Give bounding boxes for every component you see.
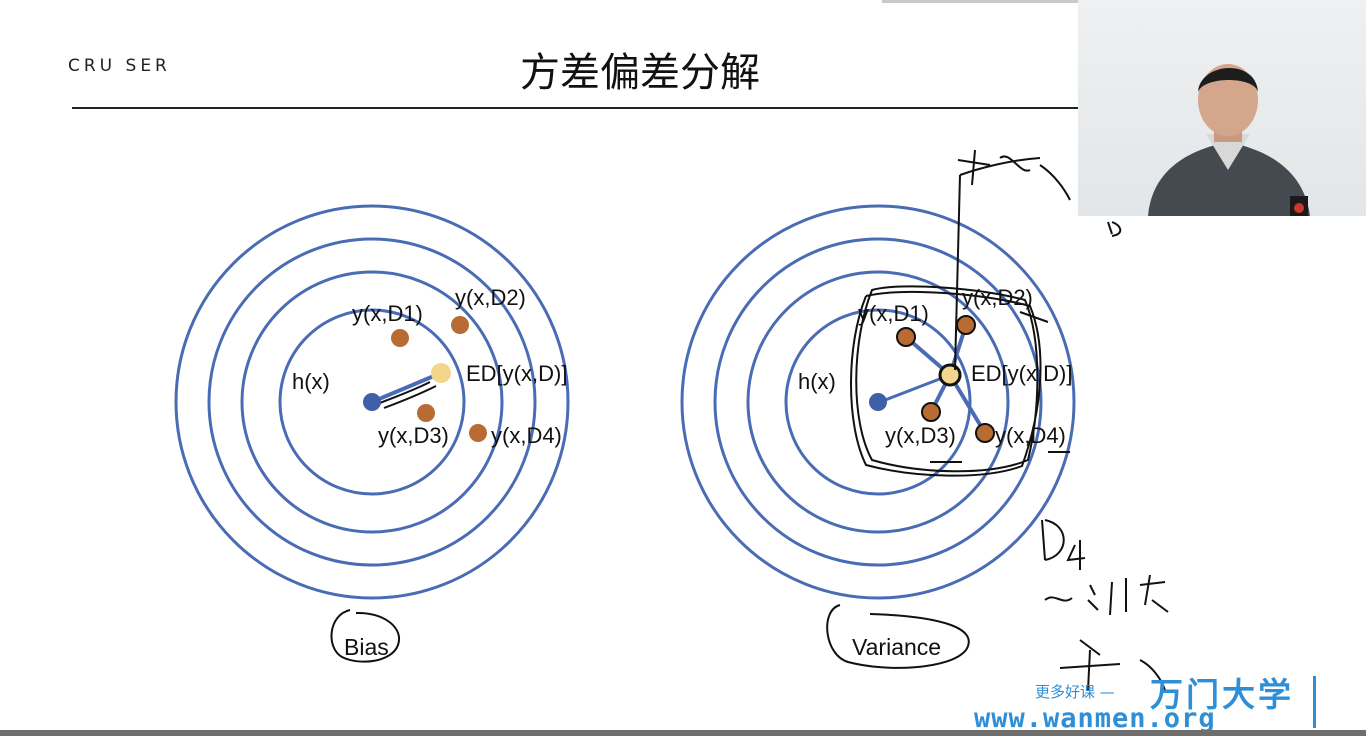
variance-expected-label: ED[y(x,D)] — [971, 361, 1072, 386]
variance-target: h(x) ED[y(x,D)] y(x,D1) y(x,D2) y(x,D3) … — [680, 157, 1076, 600]
variance-sample-d4 — [975, 423, 995, 443]
variance-sample-d1 — [896, 327, 916, 347]
bias-target: h(x) ED[y(x,D)] y(x,D1) y(x,D2) y(x,D3) … — [174, 204, 570, 600]
bias-sample-d3 — [417, 404, 435, 422]
bias-sample-label-d3: y(x,D3) — [378, 423, 449, 448]
slide: CRU SER 方差偏差分解 h(x) ED[y(x,D)] y(x,D1) y… — [0, 0, 1366, 736]
handwriting-d4 — [1041, 519, 1086, 570]
bias-sample-label-d2: y(x,D2) — [455, 285, 526, 310]
variance-caption: Variance — [852, 634, 941, 660]
variance-ink-lines — [930, 157, 1070, 463]
bias-sample-label-d1: y(x,D1) — [352, 301, 423, 326]
handwriting-annotations — [957, 149, 1169, 691]
variance-sample-d2 — [956, 315, 976, 335]
bias-sample-d2 — [451, 316, 469, 334]
variance-sample-label-d3: y(x,D3) — [885, 423, 956, 448]
bias-expected-label: ED[y(x,D)] — [466, 361, 567, 386]
variance-expected-dot — [938, 363, 962, 387]
variance-sample-label-d2: y(x,D2) — [962, 285, 1033, 310]
bias-center-label: h(x) — [292, 369, 330, 394]
watermark-divider — [1313, 676, 1316, 728]
bias-arrow-line — [371, 371, 442, 404]
webcam-overlay — [1078, 0, 1366, 216]
variance-center-label: h(x) — [798, 369, 836, 394]
presenter-silhouette — [1148, 64, 1310, 216]
bottom-bar — [0, 730, 1366, 736]
variance-center-dot — [869, 393, 887, 411]
variance-sample-d3 — [921, 402, 941, 422]
bias-center-dot — [363, 393, 381, 411]
bias-expected-dot — [431, 363, 451, 383]
variance-sample-label-d1: y(x,D1) — [858, 301, 929, 326]
microphone-indicator — [1294, 203, 1304, 213]
bias-caption: Bias — [344, 634, 389, 660]
bias-sample-d4 — [469, 424, 487, 442]
watermark-tagline: 更多好课 — — [1035, 683, 1115, 701]
bias-sample-d1 — [391, 329, 409, 347]
bias-sample-label-d4: y(x,D4) — [491, 423, 562, 448]
